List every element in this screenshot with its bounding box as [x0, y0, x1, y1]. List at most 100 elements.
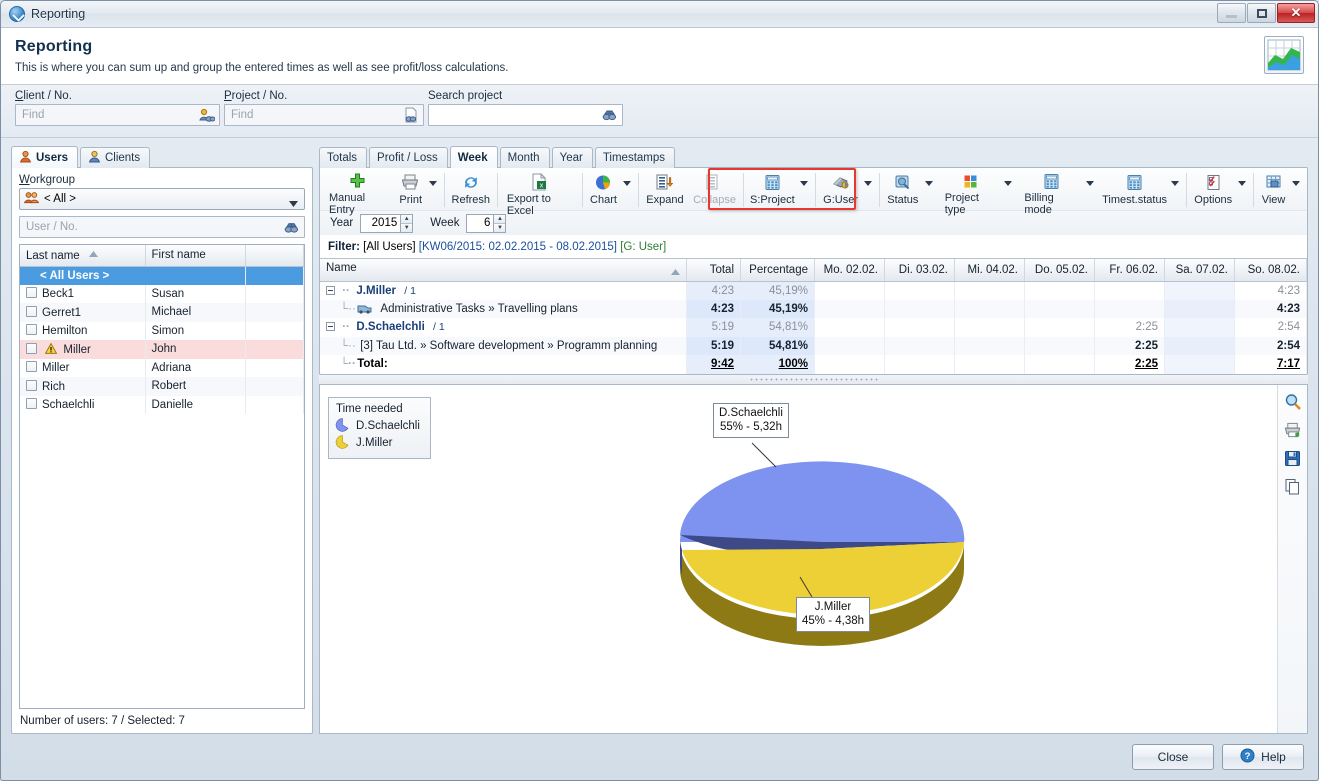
help-button[interactable]: ? Help — [1222, 744, 1304, 770]
close-button[interactable]: Close — [1132, 744, 1214, 770]
status-dropdown-arrow[interactable] — [924, 170, 938, 210]
row-checkbox[interactable] — [26, 324, 37, 335]
project-type-button[interactable]: Project type — [938, 170, 1004, 210]
year-input[interactable] — [360, 214, 400, 233]
column-di[interactable]: Di. 03.02. — [885, 259, 955, 281]
week-input[interactable] — [466, 214, 493, 233]
minimize-button[interactable] — [1217, 3, 1246, 23]
year-stepper[interactable]: ▲ ▼ — [360, 214, 413, 233]
tab-week[interactable]: Week — [450, 146, 498, 168]
users-grid[interactable]: Last name First name — [19, 244, 305, 709]
client-search-input[interactable] — [16, 105, 219, 125]
copy-icon[interactable] — [1284, 478, 1301, 498]
column-do[interactable]: Do. 05.02. — [1025, 259, 1095, 281]
timest-status-dropdown-arrow[interactable] — [1170, 170, 1184, 210]
week-down-button[interactable]: ▼ — [494, 224, 505, 232]
options-dropdown-arrow[interactable] — [1237, 170, 1251, 210]
panel-splitter[interactable] — [319, 375, 1308, 384]
close-window-button[interactable]: ✕ — [1277, 3, 1315, 23]
row-checkbox[interactable] — [26, 398, 37, 409]
table-row[interactable]: Rich Robert — [20, 377, 304, 396]
refresh-button[interactable]: Refresh — [447, 170, 495, 210]
collapse-node-icon[interactable] — [326, 286, 335, 295]
collapse-node-icon[interactable] — [326, 322, 335, 331]
chart-button[interactable]: Chart — [585, 170, 623, 210]
row-checkbox[interactable] — [26, 343, 37, 354]
column-so[interactable]: So. 08.02. — [1235, 259, 1307, 281]
print-dropdown-arrow[interactable] — [428, 170, 442, 210]
table-row[interactable]: Schaelchli Danielle — [20, 396, 304, 415]
table-row[interactable]: ·· D.Schaelchli / 1 5:19 54,81% — [320, 318, 1307, 337]
legend-item[interactable]: D.Schaelchli — [335, 418, 420, 435]
tab-profit-loss[interactable]: Profit / Loss — [369, 147, 448, 168]
tab-year[interactable]: Year — [552, 147, 593, 168]
year-down-button[interactable]: ▼ — [401, 224, 412, 232]
find-client-icon[interactable] — [198, 107, 215, 124]
column-first-name[interactable]: First name — [145, 245, 245, 266]
zoom-icon[interactable] — [1284, 393, 1302, 414]
column-name[interactable]: Name — [320, 259, 687, 281]
sidebar-tab-clients[interactable]: Clients — [80, 147, 150, 168]
table-row[interactable]: ·· J.Miller / 1 4:23 45,19% — [320, 281, 1307, 300]
table-row[interactable]: Hemilton Simon — [20, 322, 304, 341]
manual-entry-button[interactable]: Manual Entry — [322, 170, 394, 210]
collapse-button[interactable]: Collapse — [689, 170, 741, 210]
legend-item[interactable]: J.Miller — [335, 435, 420, 452]
user-search-input[interactable] — [20, 217, 304, 237]
binoculars-icon[interactable] — [283, 220, 300, 237]
g-user-button[interactable]: G:User — [818, 170, 863, 210]
column-percentage[interactable]: Percentage — [741, 259, 815, 281]
expand-button[interactable]: Expand — [641, 170, 688, 210]
print-icon[interactable] — [1284, 422, 1302, 442]
project-search-input[interactable] — [225, 105, 423, 125]
row-checkbox[interactable] — [26, 361, 37, 372]
s-project-button[interactable]: S:Project — [745, 170, 799, 210]
timest-status-button[interactable]: Timest.status — [1099, 170, 1171, 210]
view-button[interactable]: View — [1256, 170, 1291, 210]
list-item-all-users[interactable]: < All Users > — [20, 266, 304, 285]
column-mi[interactable]: Mi. 04.02. — [955, 259, 1025, 281]
row-checkbox[interactable] — [26, 306, 37, 317]
year-up-button[interactable]: ▲ — [401, 215, 412, 224]
find-project-icon[interactable] — [402, 107, 419, 124]
save-icon[interactable] — [1284, 450, 1301, 470]
tab-timestamps[interactable]: Timestamps — [595, 147, 675, 168]
row-checkbox[interactable] — [26, 287, 37, 298]
report-grid[interactable]: Name Total Percentage Mo. 02.02. Di. 03.… — [320, 258, 1307, 374]
column-total[interactable]: Total — [687, 259, 741, 281]
column-blank[interactable] — [245, 245, 304, 266]
week-stepper[interactable]: ▲ ▼ — [466, 214, 506, 233]
print-button[interactable]: Print — [394, 170, 428, 210]
table-row[interactable]: Miller Adriana — [20, 359, 304, 378]
billing-mode-dropdown-arrow[interactable] — [1085, 170, 1099, 210]
options-button[interactable]: Options — [1189, 170, 1237, 210]
column-mo[interactable]: Mo. 02.02. — [815, 259, 885, 281]
table-row[interactable]: Gerret1 Michael — [20, 303, 304, 322]
column-sa[interactable]: Sa. 07.02. — [1165, 259, 1235, 281]
search-project-input[interactable] — [429, 105, 622, 125]
splitter-grip[interactable] — [749, 378, 879, 381]
view-dropdown-arrow[interactable] — [1291, 170, 1305, 210]
status-button[interactable]: Status — [882, 170, 924, 210]
column-fr[interactable]: Fr. 06.02. — [1095, 259, 1165, 281]
g-user-dropdown-arrow[interactable] — [863, 170, 877, 210]
row-checkbox[interactable] — [26, 380, 37, 391]
table-row[interactable]: Beck1 Susan — [20, 285, 304, 304]
table-row[interactable]: └·· [3] Tau Ltd. » Software development … — [320, 337, 1307, 356]
column-last-name[interactable]: Last name — [20, 245, 145, 266]
week-up-button[interactable]: ▲ — [494, 215, 505, 224]
chevron-down-icon[interactable] — [289, 198, 298, 210]
billing-mode-button[interactable]: Billing mode — [1017, 170, 1084, 210]
project-type-dropdown-arrow[interactable] — [1003, 170, 1017, 210]
export-to-excel-button[interactable]: x Export to Excel — [500, 170, 580, 210]
table-row[interactable]: └·· Administrative Tasks » Travelling pl… — [320, 300, 1307, 319]
workgroup-select[interactable]: < All > — [19, 188, 305, 210]
table-row[interactable]: Miller John — [20, 340, 304, 359]
binoculars-icon[interactable] — [601, 107, 618, 124]
maximize-button[interactable] — [1247, 3, 1276, 23]
sidebar-tab-users[interactable]: Users — [11, 146, 78, 168]
tab-month[interactable]: Month — [500, 147, 550, 168]
chart-dropdown-arrow[interactable] — [622, 170, 636, 210]
table-row-total[interactable]: └·· Total: 9:42 100% 2:25 — [320, 355, 1307, 374]
s-project-dropdown-arrow[interactable] — [799, 170, 813, 210]
